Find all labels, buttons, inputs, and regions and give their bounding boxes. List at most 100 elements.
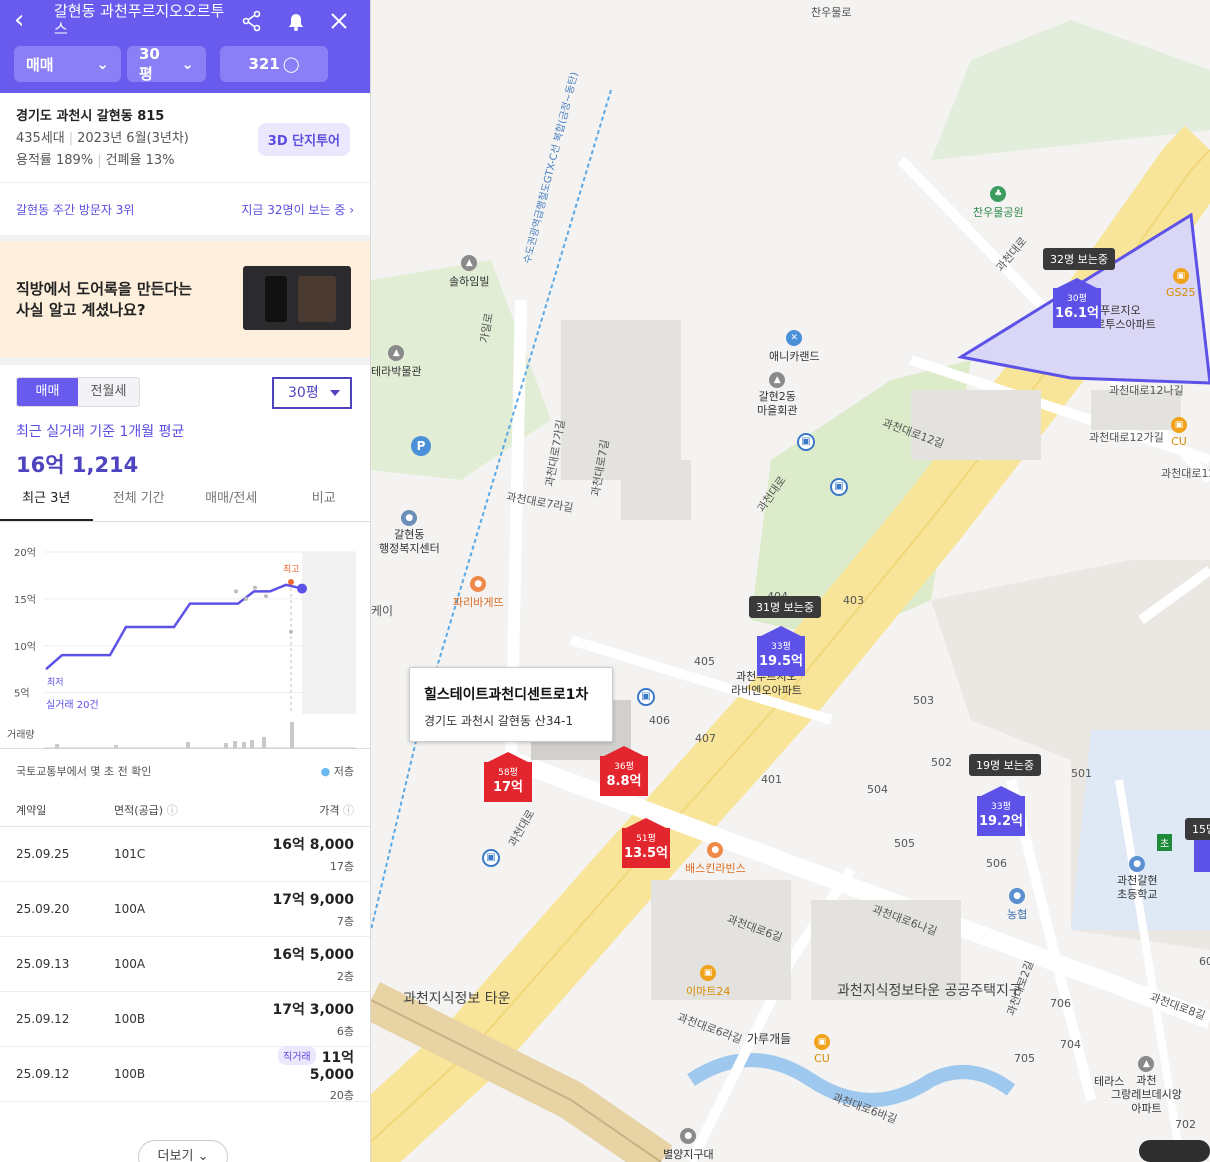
pin-price: 19.2억	[978, 814, 1024, 829]
table-row[interactable]: 25.09.12 100B 17억 3,000 6층	[0, 992, 370, 1047]
park-poi[interactable]: ♣ 찬우물공원	[973, 186, 1024, 220]
lot-number: 706	[1050, 997, 1071, 1010]
emart-poi[interactable]: ▣ 이마트24	[686, 965, 730, 999]
cu-poi[interactable]: ▣ CU	[814, 1034, 830, 1065]
comments-button[interactable]: 321 ◯	[220, 46, 328, 82]
road-label: 과천대로12나길	[1109, 384, 1184, 397]
viewers-badge: 19명 보는중	[969, 754, 1041, 776]
price-chart: 20억15억10억5억최고최저실거래 20건거래량2024.012025.01	[0, 522, 370, 767]
price-pin[interactable]: 36평 8.8억	[600, 746, 648, 796]
price-pin[interactable]: 33평 19.5억	[757, 626, 805, 676]
table-row[interactable]: 25.09.13 100A 16억 5,000 2층	[0, 937, 370, 992]
cu-poi[interactable]: ▣ CU	[1171, 417, 1187, 448]
school-icon: ●	[1129, 856, 1146, 872]
trade-type-select[interactable]: 매매 ⌄	[14, 46, 121, 82]
pin-price: 17	[1194, 846, 1210, 861]
price-pin[interactable]: 51평 13.5억	[622, 818, 670, 868]
garu-label: 가루개들	[747, 1032, 792, 1046]
households: 435세대	[16, 131, 65, 146]
hall-poi[interactable]: ▲ 갈현2동 마을회관	[757, 372, 797, 418]
apartment-title: 갈현동 과천푸르지오오르투스	[54, 2, 225, 38]
chevron-down-icon: ⌄	[96, 55, 109, 73]
row-price-cell: 16억 5,000 2층	[234, 944, 354, 984]
bakery-label: 파리바게뜨	[453, 596, 504, 609]
table-row[interactable]: 25.09.12 100B 직거래 11억 5,000 20층	[0, 1045, 370, 1102]
col-area-label: 면적(공급)	[114, 803, 164, 817]
bus-stop-icon[interactable]: ▣	[797, 433, 815, 451]
built-year: 2023년 6월(3년차)	[77, 131, 189, 146]
floor-area-ratio: 용적률 189%	[16, 153, 94, 168]
source-text: 국토교통부에서 몇 초 전 확인	[16, 765, 152, 778]
price-pin[interactable]: 30평 16.1억	[1053, 278, 1101, 328]
legend-low-floor: ● 저층	[321, 763, 354, 779]
anycar-poi[interactable]: ✕ 애니카랜드	[769, 330, 820, 364]
col-price: 가격 ⓘ	[234, 802, 354, 818]
lot-number: 501	[1071, 767, 1092, 780]
tab-sale-jeonse[interactable]: 매매/전세	[185, 490, 278, 521]
price-pin[interactable]: 33평 19.2억	[977, 786, 1025, 836]
toggle-rent[interactable]: 전월세	[78, 378, 139, 406]
building-icon: ▲	[769, 372, 786, 388]
school-flag-icon: 초	[1157, 834, 1173, 851]
row-price: 17억 3,000	[272, 1002, 354, 1018]
tab-compare[interactable]: 비교	[278, 490, 371, 521]
cu-label: CU	[1171, 435, 1187, 448]
lot-number: 60	[1199, 955, 1210, 968]
max-label: 최고	[283, 564, 300, 575]
row-price: 16억 5,000	[272, 947, 354, 963]
museum-label: 테라박물관	[371, 365, 422, 378]
bakery-poi[interactable]: ● 파리바게뜨	[453, 576, 504, 610]
min-label: 최저	[47, 677, 64, 688]
bell-icon[interactable]	[285, 8, 307, 33]
row-price-cell: 16억 8,000 17층	[234, 834, 354, 874]
bus-stop-icon[interactable]: ▣	[830, 478, 848, 496]
share-icon[interactable]	[241, 8, 263, 33]
police-poi[interactable]: ● 별양지구대	[663, 1128, 714, 1162]
solhaim-poi[interactable]: ▲ 솔하임빌	[449, 255, 489, 289]
back-arrow-icon[interactable]: ‹	[14, 0, 42, 40]
close-icon[interactable]	[329, 8, 349, 33]
row-date: 25.09.13	[16, 957, 70, 971]
parking-icon[interactable]: P	[411, 436, 431, 456]
tab-all-period[interactable]: 전체 기간	[93, 490, 186, 521]
scatter-point	[253, 585, 257, 590]
terrace-label-2: 테라스	[1094, 1075, 1125, 1088]
row-price-line: 16억 8,000	[234, 834, 354, 854]
tree-icon: ♣	[990, 186, 1007, 202]
ad-banner[interactable]: 직방에서 도어록을 만든다는 사실 알고 계셨나요?	[0, 241, 370, 357]
complex-popup[interactable]: 힐스테이트과천디센트로1차 경기도 과천시 갈현동 산34-1	[409, 667, 613, 742]
help-icon[interactable]: ⓘ	[167, 804, 178, 817]
toggle-sale[interactable]: 매매	[17, 378, 78, 406]
bank-poi[interactable]: ● 농협	[1007, 888, 1027, 922]
chevron-right-icon: ›	[349, 202, 354, 217]
price-pin[interactable]: 58평 17억	[484, 752, 532, 802]
table-row[interactable]: 25.09.20 100A 17억 9,000 7층	[0, 882, 370, 937]
baskin-poi[interactable]: ● 배스킨라빈스	[685, 842, 746, 876]
office-poi[interactable]: ● 갈현동 행정복지센터	[379, 510, 440, 556]
store-icon: ▣	[814, 1034, 830, 1050]
police-label: 별양지구대	[663, 1148, 714, 1161]
viewing-now-link[interactable]: 지금 32명이 보는 중 ›	[241, 201, 354, 218]
cu-label: CU	[814, 1052, 830, 1065]
bus-stop-icon[interactable]: ▣	[637, 688, 655, 706]
school-poi[interactable]: ● 과천갈현 초등학교	[1117, 856, 1157, 902]
row-price: 16억 8,000	[272, 837, 354, 853]
3d-tour-button[interactable]: 3D 단지투어	[257, 123, 350, 156]
table-row[interactable]: 25.09.25 101C 16억 8,000 17층	[0, 827, 370, 882]
row-price: 17억 9,000	[272, 892, 354, 908]
bus-stop-icon[interactable]: ▣	[482, 849, 500, 867]
volume-bar	[55, 744, 59, 748]
tab-recent-3y[interactable]: 최근 3년	[0, 490, 93, 521]
y-tick-label: 5억	[14, 688, 30, 700]
size-select[interactable]: 30평 ⌄	[127, 45, 206, 83]
more-button[interactable]: 더보기 ⌄	[138, 1140, 228, 1162]
office-icon: ●	[401, 510, 418, 526]
map[interactable]: 찬우물로 과천대로 과천대로 과천대로 과천대로12길 과천대로12가길 과천대…	[371, 0, 1210, 1162]
pyeong-dropdown[interactable]: 30평	[272, 377, 352, 409]
help-icon[interactable]: ⓘ	[343, 804, 354, 817]
gs25-poi[interactable]: ▣ GS25	[1166, 268, 1196, 299]
wrench-icon: ✕	[786, 330, 803, 346]
lot-number: 403	[843, 594, 864, 607]
museum-poi[interactable]: ▲ 테라박물관	[371, 345, 422, 379]
y-tick-label: 20억	[14, 547, 36, 559]
